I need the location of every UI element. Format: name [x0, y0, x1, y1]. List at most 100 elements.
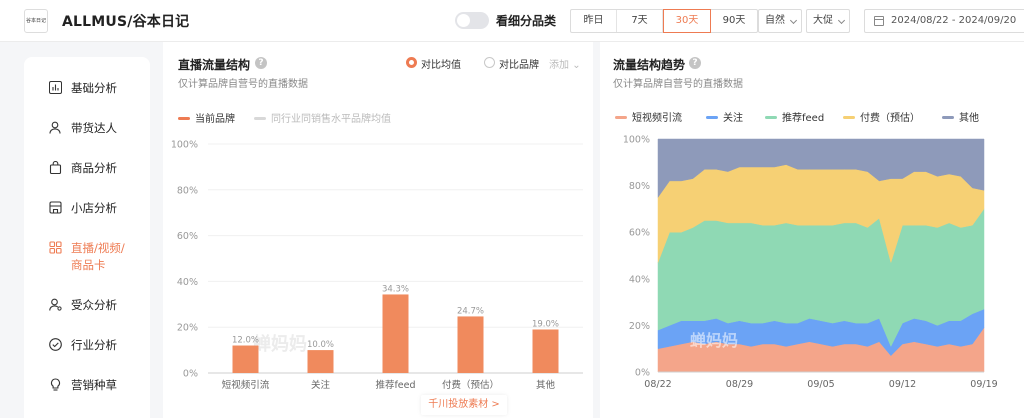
calendar-icon [874, 16, 884, 26]
bar [382, 294, 409, 373]
legend-item[interactable]: 关注 [706, 109, 743, 124]
x-tick-label: 09/05 [807, 379, 834, 390]
y-tick-label: 80% [177, 185, 198, 196]
radio-compare-brand-label: 对比品牌 [499, 60, 539, 71]
tab-30-days[interactable]: 30天 [663, 9, 711, 33]
help-icon[interactable]: ? [689, 57, 701, 69]
bar-chart: 0% 20% 40% 60% 80% 100% 蝉妈妈12.0% 短视频引流 10.0% 关注 34… [171, 140, 583, 391]
y-tick-label: 0% [635, 368, 650, 379]
data-label: 24.7% [457, 306, 484, 316]
sidebar-item-label: 小店分析 [71, 201, 117, 215]
y-tick-label: 100% [171, 140, 198, 151]
y-tick-label: 100% [623, 135, 650, 146]
bulb-icon [50, 378, 61, 391]
legend-label: 推荐feed [782, 113, 825, 124]
legend-item[interactable]: 推荐feed [765, 109, 824, 124]
left-panel-title: 直播流量结构 [178, 58, 251, 72]
add-brand-dropdown[interactable]: 添加 ⌄ [549, 56, 581, 71]
bar [532, 329, 559, 373]
x-tick-label: 08/22 [644, 379, 671, 390]
subcategory-toggle-label: 看细分品类 [496, 14, 557, 28]
promo-dropdown-label: 大促 [813, 15, 833, 26]
brand-title: ALLMUS/谷本日记 [62, 14, 190, 30]
promo-dropdown[interactable]: 大促 [806, 9, 850, 33]
right-panel-subtitle: 仅计算品牌自营号的直播数据 [613, 79, 743, 90]
tab-90-days[interactable]: 90天 [711, 10, 757, 32]
legend-label: 短视频引流 [632, 113, 682, 124]
sidebar-item-store-analysis[interactable]: 小店分析 [24, 190, 150, 226]
sidebar-item-influencers[interactable]: 带货达人 [24, 110, 150, 146]
y-tick-label: 60% [629, 228, 650, 239]
date-range-picker[interactable]: 2024/08/22 - 2024/09/20 [864, 9, 1024, 33]
sidebar-item-label: 受众分析 [71, 298, 117, 312]
legend-swatch [843, 115, 855, 119]
sidebar-item-live-video-product-card[interactable]: 直播/视频/商品卡 [24, 230, 150, 280]
sidebar-item-marketing[interactable]: 营销种草 [24, 367, 150, 403]
sidebar-item-industry-analysis[interactable]: 行业分析 [24, 327, 150, 363]
check-circle-icon [49, 338, 62, 351]
y-tick-label: 20% [177, 323, 198, 334]
date-range-text: 2024/08/22 - 2024/09/20 [891, 15, 1017, 26]
legend-swatch [706, 115, 718, 119]
person-icon [49, 121, 61, 134]
y-tick-label: 40% [177, 277, 198, 288]
data-label: 34.3% [382, 284, 409, 294]
live-icon [49, 241, 62, 254]
legend-swatch [254, 116, 266, 120]
legend-item[interactable]: 其他 [942, 109, 979, 124]
legend-label: 付费（预估） [860, 113, 920, 124]
x-tick-label: 其他 [536, 379, 556, 391]
bar [457, 316, 484, 373]
bag-icon [49, 161, 62, 174]
y-tick-label: 20% [629, 321, 650, 332]
legend-label: 其他 [959, 113, 979, 124]
sidebar: 基础分析 带货达人 商品分析 小店分析 直播/视频/商品卡 受众分析 行业分析 … [24, 57, 150, 418]
tab-7-days[interactable]: 7天 [617, 10, 663, 32]
legend-item[interactable]: 付费（预估） [843, 109, 920, 124]
data-label: 19.0% [532, 319, 559, 329]
legend-label: 关注 [723, 113, 743, 124]
legend-current-brand[interactable]: 当前品牌 [178, 110, 235, 125]
legend-industry-average[interactable]: 同行业同销售水平品牌均值 [254, 110, 391, 125]
sidebar-item-basic-analysis[interactable]: 基础分析 [24, 70, 150, 106]
natural-dropdown[interactable]: 自然 [758, 9, 802, 33]
y-tick-label: 60% [177, 231, 198, 242]
bar [307, 350, 334, 373]
y-tick-label: 40% [629, 274, 650, 285]
tab-yesterday[interactable]: 昨日 [571, 10, 617, 32]
radio-compare-average[interactable] [406, 57, 417, 68]
bar-chart-icon [49, 81, 62, 94]
legend-swatch [178, 116, 190, 120]
audience-icon [49, 298, 62, 311]
x-tick-label: 09/12 [889, 379, 916, 390]
brand-logo: 谷本日记 [24, 9, 48, 33]
subcategory-toggle[interactable] [455, 12, 489, 29]
watermark: 蝉妈妈 [690, 331, 738, 350]
sidebar-item-label-line2: 商品卡 [71, 258, 106, 272]
radio-compare-brand[interactable] [484, 57, 495, 68]
bar [232, 345, 259, 373]
x-tick-label: 08/29 [726, 379, 753, 390]
radio-compare-average-label: 对比均值 [421, 60, 461, 71]
legend-item[interactable]: 短视频引流 [615, 109, 682, 124]
add-brand-label: 添加 [549, 60, 569, 71]
sidebar-item-label: 行业分析 [71, 338, 117, 352]
sidebar-item-label: 商品分析 [71, 161, 117, 175]
x-tick-label: 推荐feed [375, 379, 415, 391]
sidebar-item-audience-analysis[interactable]: 受众分析 [24, 287, 150, 323]
sidebar-item-label: 基础分析 [71, 81, 117, 95]
top-bar: 谷本日记 ALLMUS/谷本日记 看细分品类 昨日 7天 30天 90天 自然 … [0, 0, 1024, 42]
store-icon [49, 201, 62, 214]
help-icon[interactable]: ? [255, 57, 267, 69]
right-panel-title: 流量结构趋势 [613, 58, 686, 72]
sidebar-item-product-analysis[interactable]: 商品分析 [24, 150, 150, 186]
legend-swatch [765, 115, 777, 119]
x-tick-label: 09/19 [970, 379, 997, 390]
x-tick-label: 付费（预估） [442, 379, 499, 391]
legend-swatch [615, 115, 627, 119]
x-tick-label: 短视频引流 [222, 379, 270, 391]
qianchuan-material-link[interactable]: 千川投放素材 > [421, 395, 507, 415]
legend-swatch [942, 115, 954, 119]
y-tick-label: 0% [183, 369, 198, 380]
chevron-down-icon [789, 16, 798, 25]
